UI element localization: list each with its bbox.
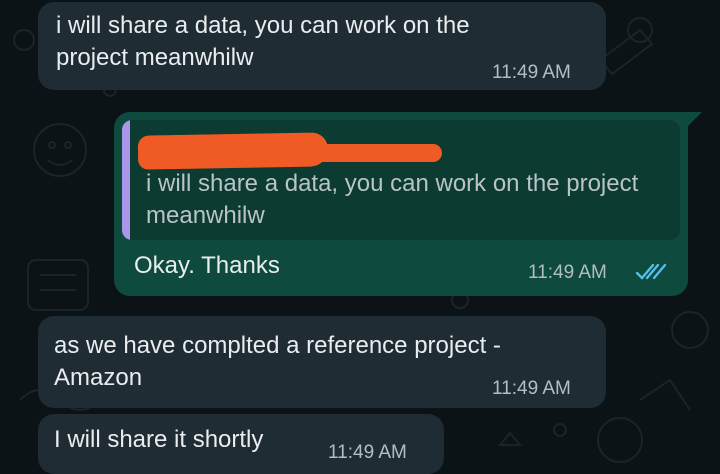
quoted-message[interactable]: i will share a data, you can work on the… xyxy=(122,120,680,240)
message-text: I will share it shortly xyxy=(54,426,264,453)
message-text: i will share a data, you can work on the… xyxy=(56,12,470,71)
message-time: 11:49 AM xyxy=(328,442,407,463)
quote-author-redacted-stroke xyxy=(242,144,442,162)
bubble-tail xyxy=(684,112,702,130)
message-text: as we have complted a reference project … xyxy=(54,332,501,391)
quote-text: i will share a data, you can work on the… xyxy=(146,170,639,229)
message-bubble-4[interactable]: I will share it shortly 11:49 AM xyxy=(38,414,444,474)
message-text: Okay. Thanks xyxy=(134,252,280,279)
message-bubble-3[interactable]: as we have complted a reference project … xyxy=(38,316,606,408)
message-time: 11:49 AM xyxy=(492,378,571,399)
message-bubble-1[interactable]: i will share a data, you can work on the… xyxy=(38,2,606,90)
double-check-icon xyxy=(635,263,667,280)
message-time: 11:49 AM xyxy=(528,262,607,283)
quote-accent-bar xyxy=(122,120,130,240)
message-time: 11:49 AM xyxy=(492,62,571,83)
